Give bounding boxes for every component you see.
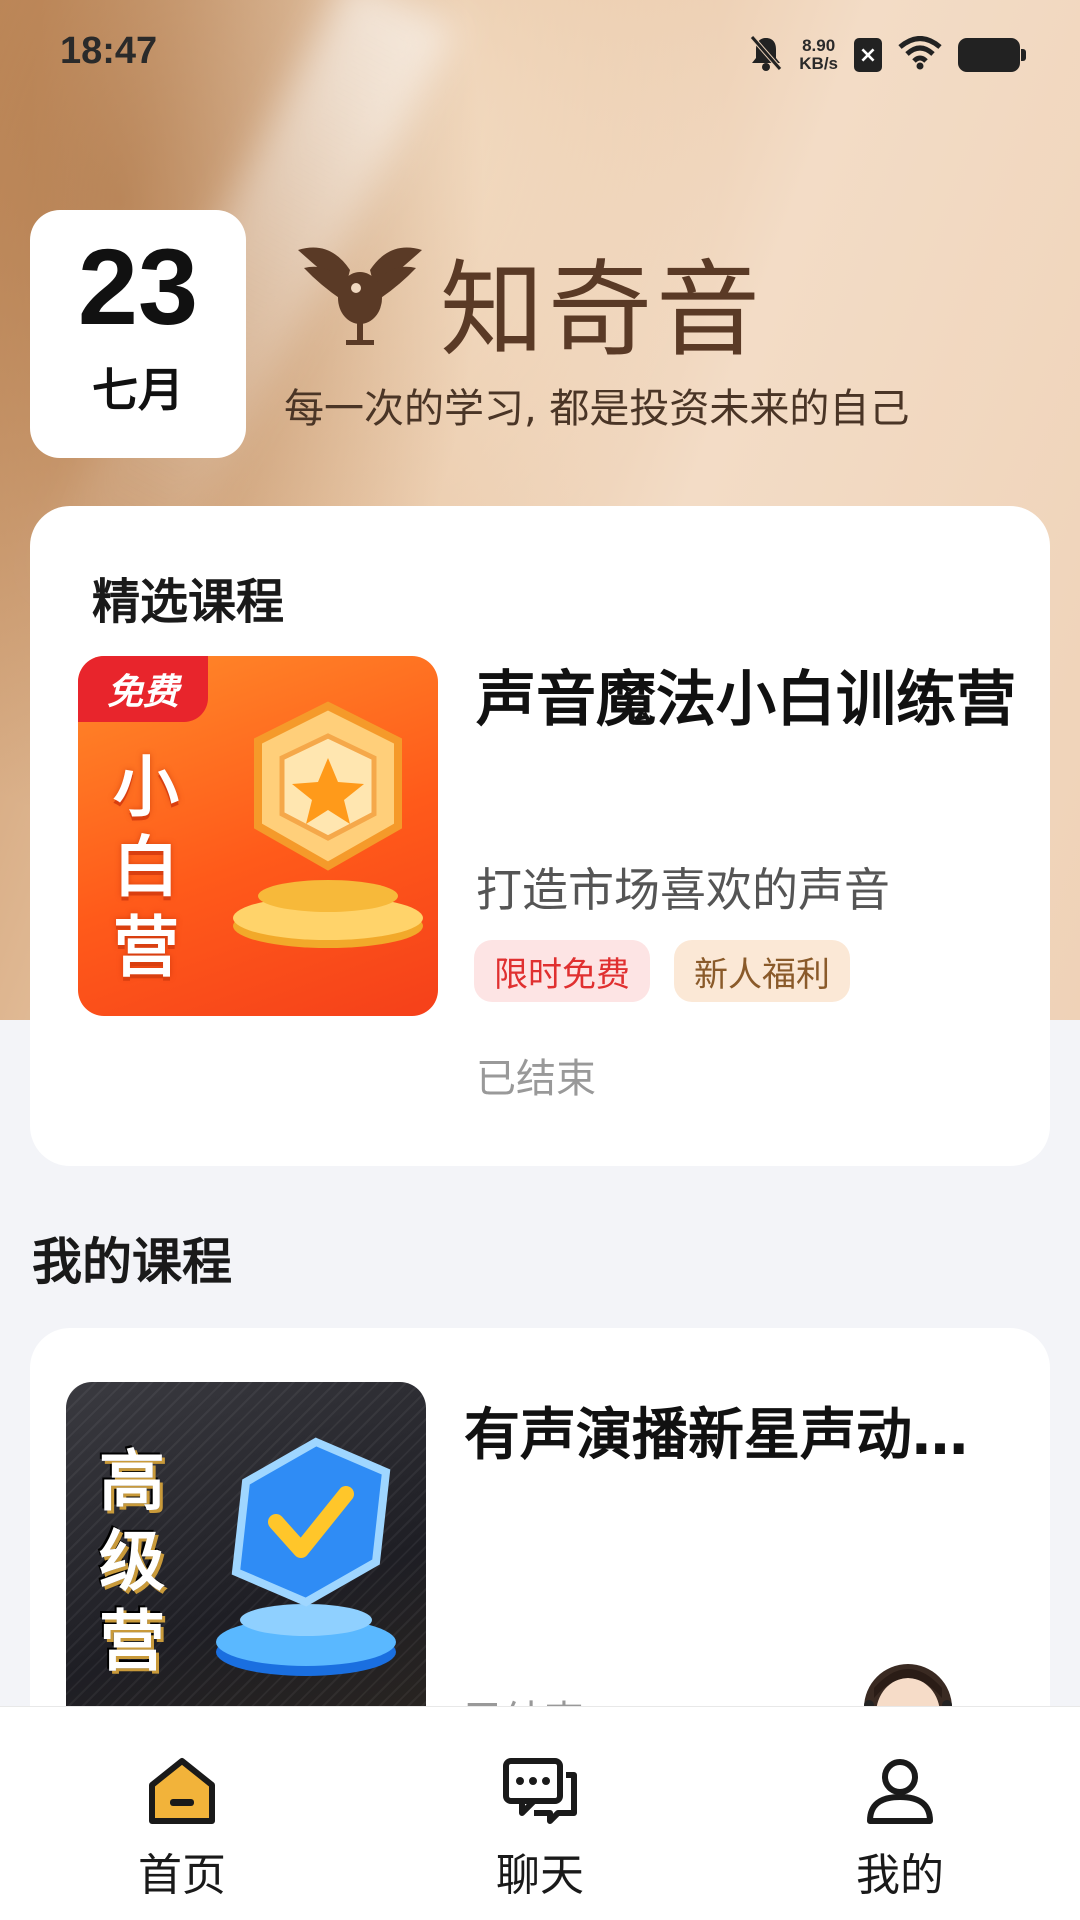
featured-course-name: 声音魔法小白训练营 <box>476 665 1016 735</box>
brand-slogan: 每一次的学习, 都是投资未来的自己 <box>284 386 910 432</box>
nav-item-home[interactable]: 首页 <box>82 1751 282 1903</box>
check-badge-icon <box>216 1437 396 1676</box>
home-icon <box>149 1758 215 1824</box>
brand-bird-logo <box>290 230 430 354</box>
date-card: 23 七月 <box>30 210 246 458</box>
tag-newcomer-benefit: 新人福利 <box>674 940 850 1002</box>
net-speed-unit: KB/s <box>799 54 838 73</box>
status-bar: 18:47 8.90 KB/s × <box>0 0 1080 110</box>
my-course-name: 有声演播新星声动… <box>464 1403 968 1468</box>
featured-course-thumbnail[interactable]: 免费 小白营 <box>78 656 438 1016</box>
net-speed-value: 8.90 <box>802 36 836 55</box>
battery-icon <box>958 38 1026 72</box>
thumbnail-label: 小白营 <box>113 749 179 986</box>
featured-course-subtitle: 打造市场喜欢的声音 <box>476 863 890 917</box>
bell-mute-icon <box>749 34 783 76</box>
chat-icon <box>503 1758 577 1824</box>
featured-section-title: 精选课程 <box>92 574 285 630</box>
status-icons: 8.90 KB/s × <box>749 34 1026 76</box>
brand-name: 知奇音 <box>440 249 765 371</box>
sim-icon: × <box>854 38 882 72</box>
course-tags: 限时免费 新人福利 <box>474 940 850 1002</box>
date-month: 七月 <box>92 363 184 417</box>
star-badge-icon <box>233 701 423 948</box>
nav-label-profile: 我的 <box>856 1850 944 1901</box>
nav-item-profile[interactable]: 我的 <box>800 1751 1000 1903</box>
free-badge: 免费 <box>78 656 208 722</box>
tag-limited-free: 限时免费 <box>474 940 650 1002</box>
profile-icon <box>867 1759 933 1824</box>
date-day: 23 <box>77 226 199 347</box>
bottom-navigation: 首页 聊天 我的 <box>0 1706 1080 1920</box>
nav-item-chat[interactable]: 聊天 <box>440 1751 640 1903</box>
thumbnail-label: 高级营 <box>99 1443 165 1680</box>
network-speed: 8.90 KB/s <box>799 37 838 73</box>
featured-course-card[interactable]: 精选课程 免费 小白营 声音魔法小白训练营 打造市场喜欢的声音 限时免费 新人福… <box>30 506 1050 1166</box>
my-course-thumbnail[interactable]: 高级营 <box>66 1382 426 1742</box>
nav-label-home: 首页 <box>138 1850 226 1901</box>
featured-course-status: 已结束 <box>476 1056 596 1102</box>
status-time: 18:47 <box>60 30 158 72</box>
nav-label-chat: 聊天 <box>496 1850 584 1901</box>
wifi-icon <box>898 36 942 74</box>
my-courses-section-title: 我的课程 <box>32 1233 232 1291</box>
